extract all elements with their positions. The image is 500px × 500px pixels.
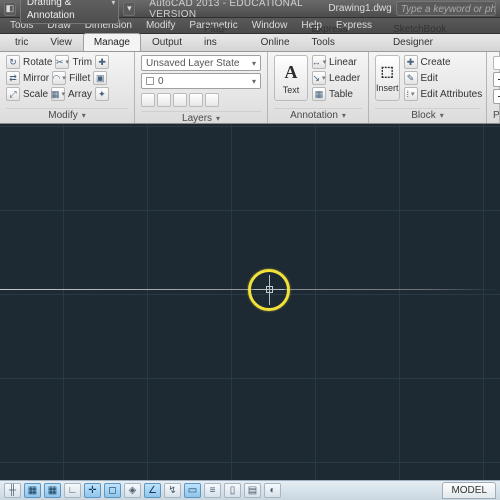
scale-button[interactable]: Scale xyxy=(23,89,48,100)
new-icon[interactable]: ◧ xyxy=(4,2,16,16)
layer-lock-icon[interactable] xyxy=(173,93,187,107)
search-input[interactable]: Type a keyword or phrase xyxy=(396,1,496,16)
ribbon: ↻Rotate ✂Trim ✚ ⇄Mirror ◠Fillet ▣ ⤢Scale… xyxy=(0,52,500,124)
create-block-icon[interactable]: ✚ xyxy=(404,55,418,69)
lineweight-selector[interactable]: ByLayer xyxy=(493,72,500,87)
trim-icon[interactable]: ✂ xyxy=(55,55,69,69)
panel-title-block[interactable]: Block xyxy=(375,108,480,121)
current-layer-selector[interactable]: 0 xyxy=(141,73,261,89)
status-3dosnap-icon[interactable]: ◈ xyxy=(124,483,141,498)
leader-button[interactable]: Leader xyxy=(329,73,360,84)
status-polar-icon[interactable]: ✛ xyxy=(84,483,101,498)
model-space-tab[interactable]: MODEL xyxy=(442,482,496,499)
insert-icon: ⬚ xyxy=(381,64,394,81)
status-grid-icon[interactable]: ▦ xyxy=(44,483,61,498)
status-dyn-icon[interactable]: ▭ xyxy=(184,483,201,498)
insert-button[interactable]: ⬚ Insert xyxy=(375,55,400,101)
text-button[interactable]: A Text xyxy=(274,55,308,101)
edit-button[interactable]: Edit xyxy=(421,73,438,84)
status-osnap-icon[interactable]: ◻ xyxy=(104,483,121,498)
status-qp-icon[interactable]: ▤ xyxy=(244,483,261,498)
mirror-icon[interactable]: ⇄ xyxy=(6,71,20,85)
rotate-button[interactable]: Rotate xyxy=(23,57,52,68)
text-button-label: Text xyxy=(283,85,300,95)
status-ortho-icon[interactable]: ∟ xyxy=(64,483,81,498)
tab-sketchbook[interactable]: SketchBook Designer xyxy=(382,20,496,51)
menu-window[interactable]: Window xyxy=(252,20,288,31)
mirror-button[interactable]: Mirror xyxy=(23,73,49,84)
trim-button[interactable]: Trim xyxy=(72,57,92,68)
array-icon[interactable]: ▦ xyxy=(51,87,65,101)
layer-more-icon[interactable] xyxy=(205,93,219,107)
panel-title-annotation[interactable]: Annotation xyxy=(274,108,362,121)
layer-freeze-icon[interactable] xyxy=(157,93,171,107)
document-name: Drawing1.dwg xyxy=(328,3,391,14)
ribbon-tab-strip: tric View Manage Output Plug-ins Online … xyxy=(0,34,500,52)
extra-icon-1[interactable]: ✚ xyxy=(95,55,109,69)
layer-swatch-icon xyxy=(146,77,154,85)
fillet-button[interactable]: Fillet xyxy=(69,73,90,84)
panel-annotation: A Text ↔Linear ↘Leader ▦Table Annotation xyxy=(268,52,369,123)
panel-modify: ↻Rotate ✂Trim ✚ ⇄Mirror ◠Fillet ▣ ⤢Scale… xyxy=(0,52,135,123)
linetype-selector[interactable]: ByLayer xyxy=(493,89,500,104)
edit-block-icon[interactable]: ✎ xyxy=(404,71,418,85)
status-otrack-icon[interactable]: ∠ xyxy=(144,483,161,498)
tab-plugins[interactable]: Plug-ins xyxy=(193,20,250,51)
text-icon: A xyxy=(285,62,298,83)
tab-output[interactable]: Output xyxy=(141,33,193,51)
table-button[interactable]: Table xyxy=(329,89,353,100)
current-layer-name: 0 xyxy=(158,76,164,87)
panel-properties: ByLayer ByLayer ByLayer Properties xyxy=(487,52,500,123)
extra-icon-3[interactable]: ✦ xyxy=(95,87,109,101)
leader-icon[interactable]: ↘ xyxy=(312,71,326,85)
tab-view[interactable]: View xyxy=(39,33,83,51)
app-title: AutoCAD 2013 - EDUCATIONAL VERSION xyxy=(149,0,316,20)
layer-off-icon[interactable] xyxy=(141,93,155,107)
tab-tric[interactable]: tric xyxy=(4,33,39,51)
status-sc-icon[interactable]: ◐ xyxy=(264,483,281,498)
panel-layers: Unsaved Layer State 0 Layers xyxy=(135,52,268,123)
insert-button-label: Insert xyxy=(376,83,399,93)
status-ducs-icon[interactable]: ↯ xyxy=(164,483,181,498)
drawing-area[interactable] xyxy=(0,124,500,480)
qat-dropdown-icon[interactable]: ▾ xyxy=(123,2,135,16)
extra-icon-2[interactable]: ▣ xyxy=(93,71,107,85)
title-bar: ◧ Drafting & Annotation ▾ AutoCAD 2013 -… xyxy=(0,0,500,18)
color-swatch-icon[interactable] xyxy=(493,56,500,70)
layer-state-selector[interactable]: Unsaved Layer State xyxy=(141,55,261,71)
status-snap-icon[interactable]: ▦ xyxy=(24,483,41,498)
status-infer-icon[interactable]: ╫ xyxy=(4,483,21,498)
table-icon[interactable]: ▦ xyxy=(312,87,326,101)
grid-background xyxy=(0,124,500,480)
linear-button[interactable]: Linear xyxy=(329,57,357,68)
fillet-icon[interactable]: ◠ xyxy=(52,71,66,85)
array-button[interactable]: Array xyxy=(68,89,92,100)
linear-dim-icon[interactable]: ↔ xyxy=(312,55,326,69)
scale-icon[interactable]: ⤢ xyxy=(6,87,20,101)
panel-title-layers[interactable]: Layers xyxy=(141,111,261,124)
panel-title-modify[interactable]: Modify xyxy=(6,108,128,121)
edit-attr-icon[interactable]: ⁞ xyxy=(404,87,418,101)
status-lwt-icon[interactable]: ≡ xyxy=(204,483,221,498)
status-bar: ╫ ▦ ▦ ∟ ✛ ◻ ◈ ∠ ↯ ▭ ≡ ▯ ▤ ◐ MODEL xyxy=(0,480,500,500)
menu-modify[interactable]: Modify xyxy=(146,20,175,31)
status-tpy-icon[interactable]: ▯ xyxy=(224,483,241,498)
tab-express-tools[interactable]: Express Tools xyxy=(301,20,382,51)
edit-attributes-button[interactable]: Edit Attributes xyxy=(421,89,483,100)
workspace-selector[interactable]: Drafting & Annotation xyxy=(20,0,120,24)
tab-online[interactable]: Online xyxy=(250,33,301,51)
rotate-icon[interactable]: ↻ xyxy=(6,55,20,69)
highlight-annotation-ring xyxy=(248,269,290,311)
tab-manage[interactable]: Manage xyxy=(83,33,141,51)
layer-color-icon[interactable] xyxy=(189,93,203,107)
panel-block: ⬚ Insert ✚Create ✎Edit ⁞Edit Attributes … xyxy=(369,52,487,123)
create-button[interactable]: Create xyxy=(421,57,451,68)
